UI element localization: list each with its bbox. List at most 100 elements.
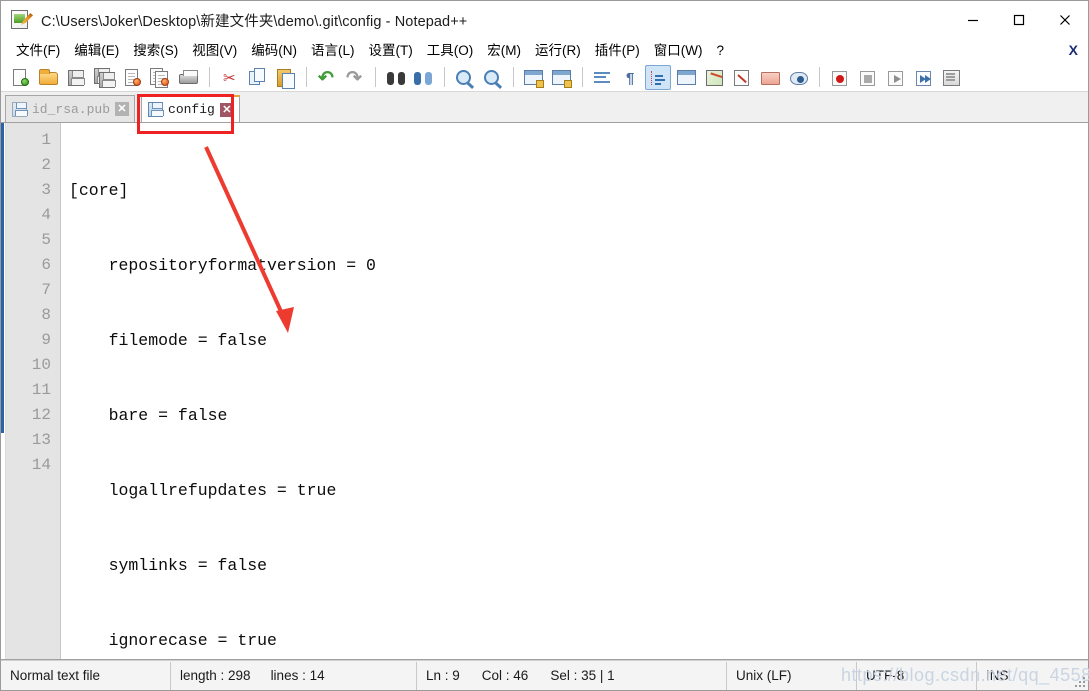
- menu-file[interactable]: 文件(F): [9, 40, 67, 62]
- window-controls: [950, 1, 1088, 39]
- find-icon[interactable]: [382, 65, 408, 90]
- toolbar-separator: [209, 67, 210, 87]
- run-macro-multiple-icon[interactable]: [910, 65, 936, 90]
- toolbar-separator: [306, 67, 307, 87]
- resize-grip[interactable]: [1072, 674, 1085, 687]
- close-all-files-icon[interactable]: [147, 65, 173, 90]
- zoom-out-icon[interactable]: [479, 65, 505, 90]
- redo-icon[interactable]: ↷: [341, 65, 367, 90]
- menu-bar: 文件(F) 编辑(E) 搜索(S) 视图(V) 编码(N) 语言(L) 设置(T…: [1, 39, 1088, 63]
- new-file-icon[interactable]: [7, 65, 33, 90]
- status-col: Col : 46: [481, 668, 529, 683]
- status-length: length : 298: [180, 668, 251, 683]
- tab-id_rsa-pub[interactable]: id_rsa.pub ✕: [5, 95, 136, 122]
- save-all-icon[interactable]: [91, 65, 117, 90]
- code-line[interactable]: bare = false: [61, 403, 1088, 428]
- line-change-markers: [1, 123, 4, 659]
- sync-vertical-scroll-icon[interactable]: [520, 65, 546, 90]
- code-line[interactable]: logallrefupdates = true: [61, 478, 1088, 503]
- tab-close-icon[interactable]: ✕: [219, 102, 234, 117]
- menu-macro[interactable]: 宏(M): [480, 40, 528, 62]
- line-number: 13: [31, 431, 51, 449]
- toolbar-separator: [819, 67, 820, 87]
- notepad-plus-plus-window: C:\Users\Joker\Desktop\新建文件夹\demo\.git\c…: [0, 0, 1089, 691]
- code-line[interactable]: repositoryformatversion = 0: [61, 253, 1088, 278]
- editor-area[interactable]: 1 2 3 4 5 6 7 8 9 10 11 12 13 14 [core] …: [1, 123, 1088, 660]
- show-all-characters-icon[interactable]: ¶: [617, 65, 643, 90]
- tab-label: config: [168, 102, 215, 117]
- stop-recording-icon[interactable]: [854, 65, 880, 90]
- minimize-button[interactable]: [950, 1, 996, 39]
- sync-horizontal-scroll-icon[interactable]: [548, 65, 574, 90]
- cut-icon[interactable]: ✂: [216, 65, 242, 90]
- function-list-icon[interactable]: [701, 65, 727, 90]
- line-number: 4: [41, 206, 51, 224]
- line-number: 12: [31, 406, 51, 424]
- line-number: 3: [41, 181, 51, 199]
- zoom-in-icon[interactable]: [451, 65, 477, 90]
- saved-file-icon: [12, 101, 28, 117]
- maximize-button[interactable]: [996, 1, 1042, 39]
- menu-help[interactable]: ?: [709, 40, 731, 62]
- tab-label: id_rsa.pub: [32, 101, 111, 117]
- line-number: 11: [31, 381, 51, 399]
- user-defined-dialog-icon[interactable]: [673, 65, 699, 90]
- menu-view[interactable]: 视图(V): [185, 40, 244, 62]
- print-icon[interactable]: [175, 65, 201, 90]
- toolbar-separator: [513, 67, 514, 87]
- code-line[interactable]: [core]: [61, 178, 1088, 203]
- paste-icon[interactable]: [272, 65, 298, 90]
- menu-search[interactable]: 搜索(S): [126, 40, 185, 62]
- status-length-lines: length : 298 lines : 14: [171, 661, 417, 690]
- tab-config[interactable]: config ✕: [141, 95, 240, 122]
- status-encoding[interactable]: UTF-8: [857, 661, 977, 690]
- status-lines: lines : 14: [270, 668, 325, 683]
- save-macro-icon[interactable]: [938, 65, 964, 90]
- folder-as-workspace-icon[interactable]: [757, 65, 783, 90]
- record-macro-icon[interactable]: [826, 65, 852, 90]
- replace-icon[interactable]: [410, 65, 436, 90]
- line-number: 8: [41, 306, 51, 324]
- copy-icon[interactable]: [244, 65, 270, 90]
- line-number: 9: [41, 331, 51, 349]
- status-insert-mode[interactable]: INS: [977, 662, 1057, 690]
- status-eol-format[interactable]: Unix (LF): [727, 661, 857, 690]
- window-title: C:\Users\Joker\Desktop\新建文件夹\demo\.git\c…: [41, 13, 468, 30]
- close-file-icon[interactable]: [119, 65, 145, 90]
- line-number: 5: [41, 231, 51, 249]
- menu-edit[interactable]: 编辑(E): [67, 40, 126, 62]
- code-line[interactable]: ignorecase = true: [61, 628, 1088, 653]
- menu-plugins[interactable]: 插件(P): [588, 40, 647, 62]
- toolbar-separator: [375, 67, 376, 87]
- status-caret-position: Ln : 9 Col : 46 Sel : 35 | 1: [417, 661, 727, 690]
- save-icon[interactable]: [63, 65, 89, 90]
- title-bar: C:\Users\Joker\Desktop\新建文件夹\demo\.git\c…: [1, 1, 1088, 39]
- code-content[interactable]: [core] repositoryformatversion = 0 filem…: [61, 123, 1088, 659]
- menu-language[interactable]: 语言(L): [304, 40, 362, 62]
- toolbar-separator: [444, 67, 445, 87]
- line-number: 10: [31, 356, 51, 374]
- document-preview-icon[interactable]: [785, 65, 811, 90]
- open-file-icon[interactable]: [35, 65, 61, 90]
- menu-window[interactable]: 窗口(W): [647, 40, 710, 62]
- show-indent-guide-icon[interactable]: [645, 64, 671, 90]
- line-number-gutter: 1 2 3 4 5 6 7 8 9 10 11 12 13 14: [6, 123, 61, 659]
- status-sel: Sel : 35 | 1: [550, 668, 615, 683]
- document-map-icon[interactable]: [729, 65, 755, 90]
- saved-file-icon: [148, 102, 165, 117]
- undo-icon[interactable]: ↶: [313, 65, 339, 90]
- word-wrap-icon[interactable]: [589, 65, 615, 90]
- tab-close-icon[interactable]: ✕: [115, 102, 130, 116]
- close-document-button[interactable]: X: [1069, 42, 1078, 58]
- code-line[interactable]: symlinks = false: [61, 553, 1088, 578]
- menu-run[interactable]: 运行(R): [528, 40, 588, 62]
- notepad-plus-plus-icon: [10, 9, 33, 31]
- close-window-button[interactable]: [1042, 1, 1088, 39]
- code-line[interactable]: filemode = false: [61, 328, 1088, 353]
- play-macro-icon[interactable]: [882, 65, 908, 90]
- menu-settings[interactable]: 设置(T): [362, 40, 420, 62]
- line-number: 2: [41, 156, 51, 174]
- menu-tools[interactable]: 工具(O): [420, 40, 481, 62]
- menu-encoding[interactable]: 编码(N): [244, 40, 304, 62]
- toolbar-separator: [582, 67, 583, 87]
